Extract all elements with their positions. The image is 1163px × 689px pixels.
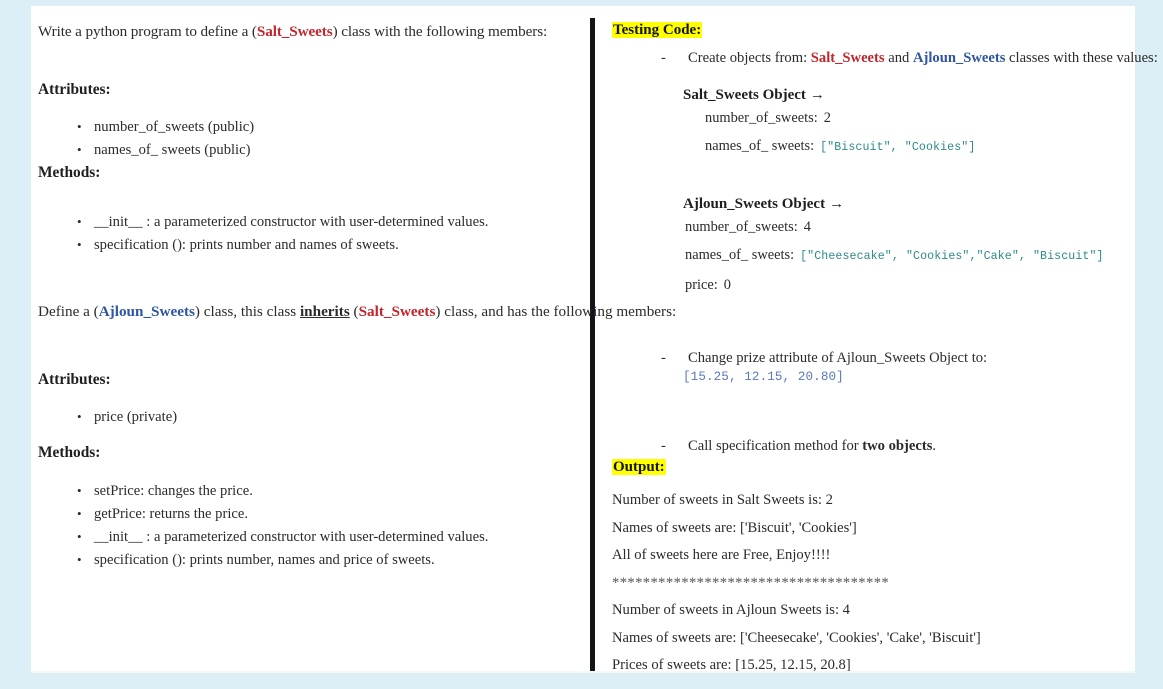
testing-code-heading: Testing Code: bbox=[612, 22, 703, 38]
attributes-heading-2: Attributes: bbox=[38, 371, 111, 388]
salt-names-of-sweets-row: names_of_ sweets: ["Biscuit", "Cookies"] bbox=[683, 132, 975, 162]
prices-list-value: [15.25, 12.15, 20.80] bbox=[683, 370, 844, 384]
attributes-heading-1: Attributes: bbox=[38, 81, 111, 98]
output-heading-wrap: Output: bbox=[612, 458, 666, 476]
ajloun-price-key: price: bbox=[685, 277, 718, 293]
document-page: Write a python program to define a (Salt… bbox=[31, 6, 1158, 673]
create-objects-conjunction: and bbox=[884, 50, 913, 66]
methods-heading-2: Methods: bbox=[38, 444, 101, 461]
salt-names-of-sweets-value: ["Biscuit", "Cookies"] bbox=[820, 141, 976, 154]
call-spec-bold: two objects bbox=[862, 438, 933, 454]
ajloun-sweets-object-label: Ajloun_Sweets Object bbox=[683, 196, 826, 212]
intro-paragraph: Write a python program to define a (Salt… bbox=[38, 23, 583, 41]
list-item: price (private) bbox=[77, 405, 177, 429]
salt-sweets-object-label: Salt_Sweets Object bbox=[683, 87, 806, 103]
ajloun-price-row: price: 0 bbox=[683, 271, 1104, 299]
output-lines: Number of sweets in Salt Sweets is: 2 Na… bbox=[612, 487, 981, 680]
ajloun-number-of-sweets-key: number_of_sweets: bbox=[685, 219, 798, 235]
right-arrow-icon: → bbox=[829, 196, 845, 212]
right-arrow-icon: → bbox=[809, 87, 825, 103]
output-heading: Output: bbox=[612, 459, 666, 475]
output-line: Prices of sweets are: [15.25, 12.15, 20.… bbox=[612, 657, 851, 673]
intro-text-before: Write a python program to define a ( bbox=[38, 23, 257, 40]
attributes-list-2: price (private) bbox=[77, 405, 177, 429]
left-column: Write a python program to define a (Salt… bbox=[31, 6, 676, 673]
class-name-salt-sweets-ref: Salt_Sweets bbox=[810, 50, 885, 66]
define-part-1: Define a ( bbox=[38, 303, 99, 320]
create-objects-suffix: classes with these values: bbox=[1005, 50, 1158, 66]
output-line: All of sweets here are Free, Enjoy!!!! bbox=[612, 547, 831, 563]
right-column: Testing Code: Create objects from: Salt_… bbox=[605, 6, 1158, 673]
list-item: names_of_ sweets (public) bbox=[77, 138, 254, 162]
output-line: Names of sweets are: ['Cheesecake', 'Coo… bbox=[612, 629, 981, 646]
ajloun-names-of-sweets-value: ["Cheesecake", "Cookies","Cake", "Biscui… bbox=[800, 250, 1104, 263]
methods-list-2: setPrice: changes the price. getPrice: r… bbox=[77, 479, 488, 572]
output-separator-line: ************************************ bbox=[612, 574, 890, 591]
class-name-salt-sweets-parent: Salt_Sweets bbox=[358, 303, 436, 320]
ajloun-sweets-object-title: Ajloun_Sweets Object → bbox=[683, 196, 1104, 213]
column-divider bbox=[590, 18, 595, 673]
list-item: specification (): prints number, names a… bbox=[77, 548, 488, 572]
salt-sweets-object-block: Salt_Sweets Object → number_of_sweets: 2 n… bbox=[683, 87, 975, 162]
call-specification-line: Call specification method for two object… bbox=[661, 438, 1163, 455]
define-part-3: ( bbox=[349, 303, 359, 320]
create-objects-line: Create objects from: Salt_Sweets and Ajl… bbox=[661, 50, 1163, 67]
list-item: __init__ : a parameterized constructor w… bbox=[77, 210, 488, 234]
inherits-keyword: inherits bbox=[299, 303, 350, 320]
class-name-salt-sweets: Salt_Sweets bbox=[256, 23, 333, 40]
methods-list-1: __init__ : a parameterized constructor w… bbox=[77, 210, 488, 257]
output-line: Number of sweets in Salt Sweets is: 2 bbox=[612, 492, 833, 508]
class-name-ajloun-sweets-ref: Ajloun_Sweets bbox=[912, 50, 1006, 66]
salt-number-of-sweets-value: 2 bbox=[823, 110, 831, 126]
ajloun-sweets-object-block: Ajloun_Sweets Object → number_of_sweets: 4… bbox=[683, 196, 1104, 299]
ajloun-number-of-sweets-row: number_of_sweets: 4 bbox=[683, 213, 1104, 241]
methods-heading-1: Methods: bbox=[38, 164, 101, 181]
class-name-ajloun-sweets: Ajloun_Sweets bbox=[98, 303, 195, 320]
salt-names-of-sweets-key: names_of_ sweets: bbox=[705, 138, 815, 154]
salt-number-of-sweets-row: number_of_sweets: 2 bbox=[683, 104, 975, 132]
ajloun-names-of-sweets-row: names_of_ sweets: ["Cheesecake", "Cookies… bbox=[683, 241, 1104, 271]
output-line: Names of sweets are: ['Biscuit', 'Cookie… bbox=[612, 519, 857, 536]
output-line: Number of sweets in Ajloun Sweets is: 4 bbox=[612, 602, 850, 618]
list-item: setPrice: changes the price. bbox=[77, 479, 488, 503]
ajloun-names-of-sweets-key: names_of_ sweets: bbox=[685, 247, 795, 263]
attributes-list-1: number_of_sweets (public) names_of_ swee… bbox=[77, 115, 254, 162]
ajloun-price-value: 0 bbox=[723, 277, 731, 293]
create-objects-prefix: Create objects from: bbox=[688, 50, 811, 66]
testing-code-heading-wrap: Testing Code: bbox=[612, 21, 703, 39]
list-item: getPrice: returns the price. bbox=[77, 502, 488, 526]
salt-number-of-sweets-key: number_of_sweets: bbox=[705, 110, 818, 126]
list-item: specification (): prints number and name… bbox=[77, 233, 488, 257]
ajloun-number-of-sweets-value: 4 bbox=[803, 219, 811, 235]
define-part-2: ) class, this class bbox=[194, 303, 300, 320]
salt-sweets-object-title: Salt_Sweets Object → bbox=[683, 87, 975, 104]
list-item: __init__ : a parameterized constructor w… bbox=[77, 525, 488, 549]
intro-text-after: ) class with the following members: bbox=[332, 23, 548, 40]
change-prize-line: Change prize attribute of Ajloun_Sweets … bbox=[661, 350, 1163, 367]
call-spec-suffix: . bbox=[932, 438, 937, 454]
list-item: number_of_sweets (public) bbox=[77, 115, 254, 139]
define-subclass-paragraph: Define a (Ajloun_Sweets) class, this cla… bbox=[38, 303, 676, 321]
call-spec-prefix: Call specification method for bbox=[688, 438, 863, 454]
